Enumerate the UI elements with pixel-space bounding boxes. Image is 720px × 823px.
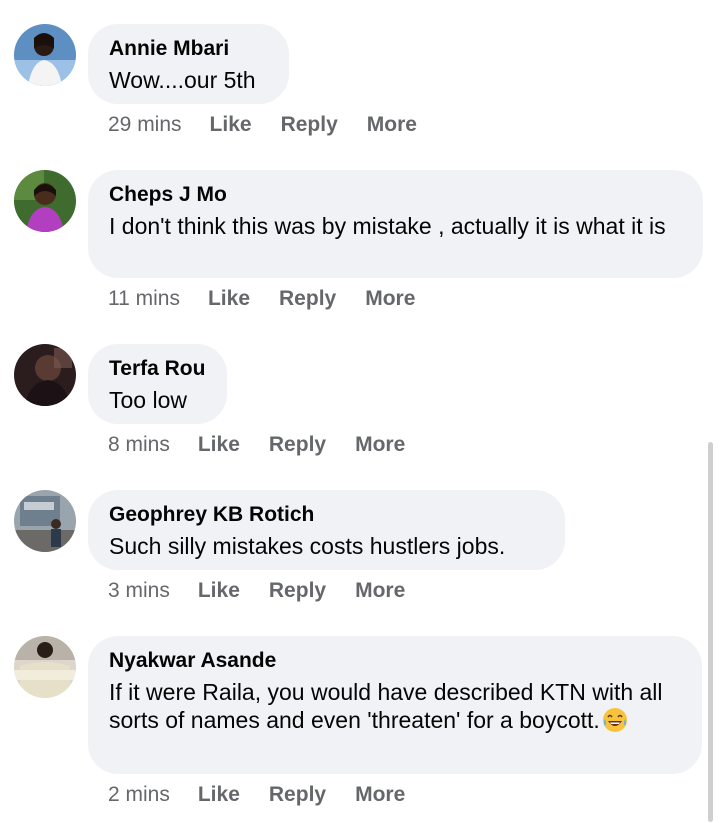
comment-actions: 11 mins Like Reply More — [108, 286, 444, 312]
comment-actions: 8 mins Like Reply More — [108, 432, 434, 458]
more-button[interactable]: More — [367, 112, 417, 138]
like-button[interactable]: Like — [198, 782, 240, 808]
avatar[interactable] — [14, 170, 76, 232]
comment-timestamp[interactable]: 8 mins — [108, 432, 170, 458]
more-button[interactable]: More — [355, 782, 405, 808]
comment-bubble: Nyakwar Asande If it were Raila, you wou… — [88, 636, 702, 774]
comment-bubble: Cheps J Mo I don't think this was by mis… — [88, 170, 703, 278]
comment-timestamp[interactable]: 3 mins — [108, 578, 170, 604]
comment-author[interactable]: Cheps J Mo — [109, 181, 682, 208]
comment-author[interactable]: Annie Mbari — [109, 35, 268, 62]
comment-actions: 3 mins Like Reply More — [108, 578, 434, 604]
profile-photo-icon — [14, 344, 76, 406]
reply-button[interactable]: Reply — [269, 432, 326, 458]
reply-button[interactable]: Reply — [269, 782, 326, 808]
comment-text: Too low — [109, 387, 187, 413]
laughing-tears-emoji-icon — [602, 708, 627, 732]
comment-actions: 2 mins Like Reply More — [108, 782, 434, 808]
comment-author[interactable]: Terfa Rou — [109, 355, 206, 382]
profile-photo-icon — [14, 636, 76, 698]
comment-bubble: Geophrey KB Rotich Such silly mistakes c… — [88, 490, 565, 570]
comment-author[interactable]: Geophrey KB Rotich — [109, 501, 544, 528]
comment-text: If it were Raila, you would have describ… — [109, 678, 681, 734]
profile-photo-icon — [14, 170, 76, 232]
reply-button[interactable]: Reply — [269, 578, 326, 604]
comment-bubble: Terfa Rou Too low — [88, 344, 227, 424]
more-button[interactable]: More — [365, 286, 415, 312]
more-button[interactable]: More — [355, 432, 405, 458]
avatar[interactable] — [14, 636, 76, 698]
comment-timestamp[interactable]: 11 mins — [108, 286, 180, 312]
scrollbar[interactable] — [708, 442, 713, 822]
comment-author[interactable]: Nyakwar Asande — [109, 647, 681, 674]
profile-photo-icon — [14, 24, 76, 86]
profile-photo-icon — [14, 490, 76, 552]
comment-text-content: If it were Raila, you would have describ… — [109, 679, 663, 733]
comment-text: Such silly mistakes costs hustlers jobs. — [109, 533, 506, 559]
reply-button[interactable]: Reply — [279, 286, 336, 312]
comment-timestamp[interactable]: 2 mins — [108, 782, 170, 808]
like-button[interactable]: Like — [198, 432, 240, 458]
comment-text: Wow....our 5th — [109, 67, 256, 93]
avatar[interactable] — [14, 490, 76, 552]
comment-text: I don't think this was by mistake , actu… — [109, 213, 666, 239]
more-button[interactable]: More — [355, 578, 405, 604]
like-button[interactable]: Like — [198, 578, 240, 604]
reply-button[interactable]: Reply — [281, 112, 338, 138]
avatar[interactable] — [14, 24, 76, 86]
comment-actions: 29 mins Like Reply More — [108, 112, 446, 138]
comment-bubble: Annie Mbari Wow....our 5th — [88, 24, 289, 104]
comments-feed: Annie Mbari Wow....our 5th 29 mins Like … — [0, 0, 720, 823]
like-button[interactable]: Like — [210, 112, 252, 138]
avatar[interactable] — [14, 344, 76, 406]
comment-timestamp[interactable]: 29 mins — [108, 112, 182, 138]
like-button[interactable]: Like — [208, 286, 250, 312]
